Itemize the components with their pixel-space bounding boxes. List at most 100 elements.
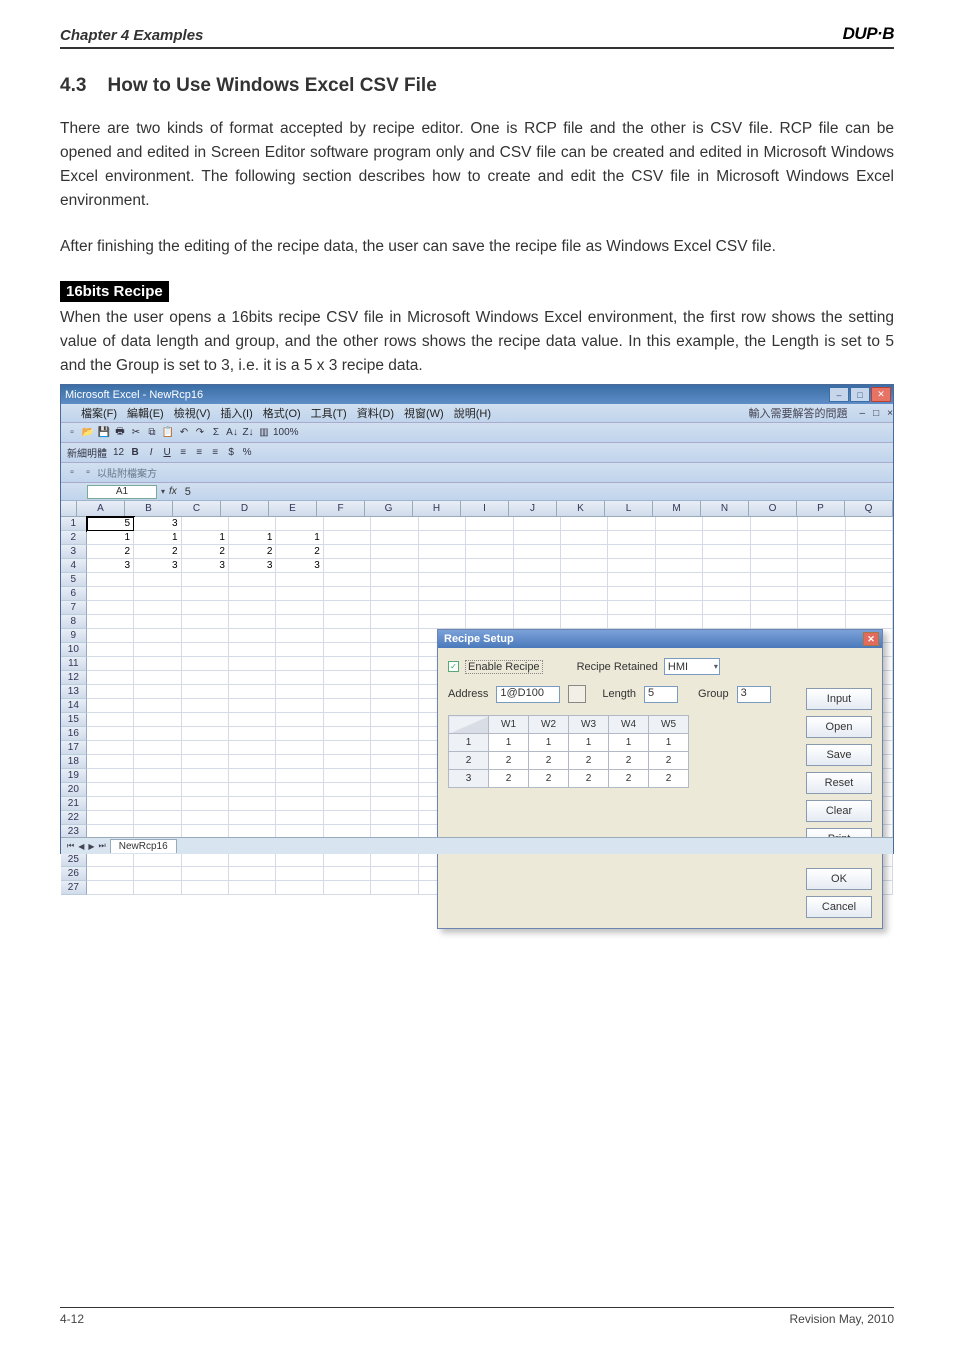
- cell[interactable]: [419, 601, 466, 615]
- cell[interactable]: [324, 783, 371, 797]
- cell[interactable]: [371, 615, 418, 629]
- cell[interactable]: [561, 545, 608, 559]
- cell[interactable]: [846, 531, 893, 545]
- save-button[interactable]: Save: [806, 744, 872, 766]
- chart-icon[interactable]: ▥: [257, 426, 271, 440]
- cell[interactable]: [134, 755, 181, 769]
- cell[interactable]: [229, 853, 276, 867]
- cell[interactable]: [229, 727, 276, 741]
- cell[interactable]: 3: [229, 559, 276, 573]
- recipe-cell[interactable]: 2: [489, 770, 529, 788]
- cell[interactable]: [134, 685, 181, 699]
- cell[interactable]: [87, 685, 134, 699]
- column-header[interactable]: L: [605, 501, 653, 517]
- column-header[interactable]: B: [125, 501, 173, 517]
- dialog-close-icon[interactable]: ✕: [863, 632, 879, 646]
- recipe-cell[interactable]: 2: [609, 770, 649, 788]
- recipe-cell[interactable]: 1: [529, 734, 569, 752]
- cell[interactable]: [134, 811, 181, 825]
- row-header[interactable]: 11: [61, 657, 87, 671]
- address-input[interactable]: 1@D100: [496, 686, 560, 703]
- cell[interactable]: [656, 531, 703, 545]
- row-header[interactable]: 13: [61, 685, 87, 699]
- cell[interactable]: [182, 657, 229, 671]
- menu-item[interactable]: 檔案(F): [81, 405, 117, 421]
- autosum-icon[interactable]: Σ: [209, 426, 223, 440]
- cell[interactable]: [324, 629, 371, 643]
- cell[interactable]: 1: [134, 531, 181, 545]
- cell[interactable]: [371, 559, 418, 573]
- cell[interactable]: [182, 615, 229, 629]
- cell[interactable]: [87, 699, 134, 713]
- cell[interactable]: [134, 587, 181, 601]
- review-icon-2[interactable]: ▫: [81, 466, 95, 480]
- row-header[interactable]: 20: [61, 783, 87, 797]
- menu-item[interactable]: 工具(T): [311, 405, 347, 421]
- cell[interactable]: [276, 657, 323, 671]
- cell[interactable]: [182, 867, 229, 881]
- column-header[interactable]: G: [365, 501, 413, 517]
- cell[interactable]: [229, 811, 276, 825]
- cell[interactable]: [229, 657, 276, 671]
- new-icon[interactable]: ▫: [65, 426, 79, 440]
- cell[interactable]: [514, 517, 561, 531]
- cell[interactable]: [87, 853, 134, 867]
- cell[interactable]: [656, 517, 703, 531]
- column-header[interactable]: Q: [845, 501, 893, 517]
- cell[interactable]: [561, 573, 608, 587]
- reset-button[interactable]: Reset: [806, 772, 872, 794]
- cell[interactable]: [324, 685, 371, 699]
- fx-label[interactable]: fx: [169, 486, 177, 497]
- redo-icon[interactable]: ↷: [193, 426, 207, 440]
- cell[interactable]: [276, 853, 323, 867]
- cell[interactable]: [229, 615, 276, 629]
- cell[interactable]: [751, 559, 798, 573]
- cell[interactable]: [751, 615, 798, 629]
- paste-icon[interactable]: 📋: [161, 426, 175, 440]
- zoom-value[interactable]: 100%: [273, 426, 299, 440]
- cell[interactable]: [798, 601, 845, 615]
- recipe-cell[interactable]: 2: [649, 752, 689, 770]
- cell[interactable]: [324, 671, 371, 685]
- cell[interactable]: [324, 643, 371, 657]
- font-name[interactable]: 新細明體: [65, 446, 109, 460]
- cell[interactable]: [87, 811, 134, 825]
- cell[interactable]: [324, 741, 371, 755]
- cell[interactable]: [324, 867, 371, 881]
- namebox-dropdown-icon[interactable]: ▾: [161, 487, 165, 496]
- row-header[interactable]: 8: [61, 615, 87, 629]
- cell[interactable]: [419, 573, 466, 587]
- cell[interactable]: [229, 755, 276, 769]
- cell[interactable]: 2: [276, 545, 323, 559]
- row-header[interactable]: 2: [61, 531, 87, 545]
- review-icon-1[interactable]: ▫: [65, 466, 79, 480]
- cell[interactable]: [656, 615, 703, 629]
- cell[interactable]: [276, 797, 323, 811]
- cell[interactable]: [703, 587, 750, 601]
- cell[interactable]: [798, 573, 845, 587]
- cell[interactable]: [276, 727, 323, 741]
- column-header[interactable]: M: [653, 501, 701, 517]
- row-header[interactable]: 3: [61, 545, 87, 559]
- cell[interactable]: [371, 685, 418, 699]
- cell[interactable]: [229, 867, 276, 881]
- cell[interactable]: [134, 573, 181, 587]
- cell[interactable]: [276, 783, 323, 797]
- column-header[interactable]: J: [509, 501, 557, 517]
- cell[interactable]: 2: [229, 545, 276, 559]
- cell[interactable]: [561, 559, 608, 573]
- cell[interactable]: [134, 643, 181, 657]
- cell[interactable]: [703, 615, 750, 629]
- wb-minimize-icon[interactable]: –: [860, 408, 866, 419]
- cell[interactable]: [182, 755, 229, 769]
- cell[interactable]: [182, 517, 229, 531]
- cell[interactable]: [134, 881, 181, 895]
- cell[interactable]: [514, 615, 561, 629]
- cell[interactable]: [846, 545, 893, 559]
- cell[interactable]: [229, 699, 276, 713]
- cell[interactable]: [324, 755, 371, 769]
- cell[interactable]: [561, 615, 608, 629]
- cell[interactable]: [703, 545, 750, 559]
- row-header[interactable]: 27: [61, 881, 87, 895]
- column-header[interactable]: O: [749, 501, 797, 517]
